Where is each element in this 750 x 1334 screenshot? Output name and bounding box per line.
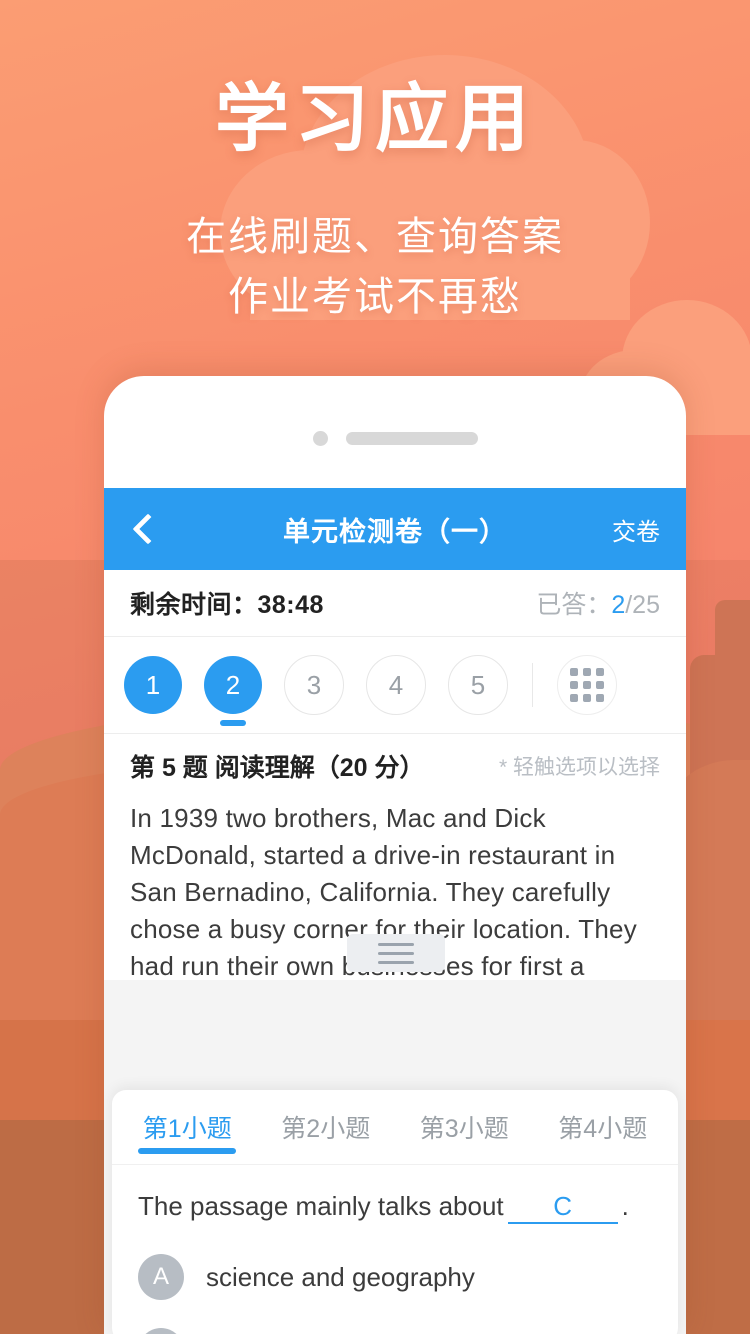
- answer-blank[interactable]: C: [507, 1191, 618, 1224]
- question-grid-button[interactable]: [557, 655, 617, 715]
- tab-subquestion-2[interactable]: 第2小题: [257, 1090, 396, 1164]
- grid-menu-icon: [570, 668, 604, 702]
- speaker-grille: [345, 432, 478, 445]
- question-stem-text: The passage mainly talks about: [138, 1191, 504, 1221]
- remaining-time-label: 剩余时间：38:48: [130, 591, 324, 619]
- answered-counter: 已答：2/25: [536, 585, 660, 621]
- divider: [532, 663, 533, 707]
- submit-paper-button[interactable]: 交卷: [612, 512, 660, 547]
- drag-handle-icon[interactable]: [347, 934, 445, 972]
- question-pill-2[interactable]: 2: [204, 656, 262, 714]
- question-meta-row: 第 5 题 阅读理解（20 分） * 轻触选项以选择: [104, 734, 686, 794]
- question-pill-4[interactable]: 4: [366, 655, 426, 715]
- selection-hint: * 轻触选项以选择: [498, 756, 660, 779]
- question-pill-bar: 1 2 3 4 5: [104, 637, 686, 734]
- option-text: science and geography: [206, 1261, 475, 1292]
- answered-label: 已答：: [536, 591, 612, 619]
- app-screen: 单元检测卷（一） 交卷 剩余时间：38:48 已答：2/25 1 2 3 4 5: [104, 488, 686, 1334]
- chevron-left-icon[interactable]: [130, 515, 158, 543]
- page-title: 学习应用: [215, 77, 535, 160]
- question-pill-5[interactable]: 5: [448, 655, 508, 715]
- hero-subtitle-line-1: 在线刷题、查询答案: [186, 215, 564, 260]
- option-badge: B: [138, 1328, 184, 1334]
- question-pill-label: 3: [306, 669, 322, 700]
- question-pill-label: 1: [145, 669, 161, 700]
- timer-row: 剩余时间：38:48 已答：2/25: [104, 570, 686, 637]
- question-stem: The passage mainly talks about C .: [112, 1165, 678, 1240]
- answer-card: 第1小题 第2小题 第3小题 第4小题 The passage mainly t…: [112, 1090, 678, 1334]
- question-pill-label: 2: [225, 669, 241, 700]
- question-pill-label: 4: [388, 669, 404, 700]
- phone-mockup: 单元检测卷（一） 交卷 剩余时间：38:48 已答：2/25 1 2 3 4 5: [104, 376, 686, 1334]
- question-stem-period: .: [621, 1191, 629, 1221]
- question-pill-label: 5: [470, 669, 486, 700]
- tab-subquestion-1[interactable]: 第1小题: [118, 1090, 257, 1164]
- subquestion-tabs: 第1小题 第2小题 第3小题 第4小题: [112, 1090, 678, 1165]
- background-shade: [680, 560, 750, 1334]
- camera-icon: [312, 431, 328, 446]
- question-title: 第 5 题 阅读理解（20 分）: [130, 754, 425, 782]
- reading-passage: In 1939 two brothers, Mac and Dick McDon…: [104, 794, 686, 980]
- question-pill-1[interactable]: 1: [124, 656, 182, 714]
- option-list: A science and geography B mathematics an…: [112, 1240, 678, 1334]
- navbar-title: 单元检测卷（一）: [283, 516, 507, 547]
- tab-subquestion-3[interactable]: 第3小题: [395, 1090, 534, 1164]
- hero-section: 学习应用 在线刷题、查询答案 作业考试不再愁: [0, 78, 750, 327]
- option-badge: A: [138, 1254, 184, 1300]
- hero-subtitle-line-2: 作业考试不再愁: [228, 275, 522, 320]
- tab-subquestion-4[interactable]: 第4小题: [534, 1090, 673, 1164]
- phone-notch: [104, 431, 686, 446]
- answered-total: /25: [625, 591, 660, 619]
- answered-current: 2: [611, 591, 626, 619]
- option-b[interactable]: B mathematics and history: [138, 1314, 652, 1334]
- poster-stage: 学习应用 在线刷题、查询答案 作业考试不再愁 单元检测卷（一） 交卷 剩余时间：…: [0, 0, 750, 1334]
- option-a[interactable]: A science and geography: [138, 1240, 652, 1314]
- question-pill-3[interactable]: 3: [284, 655, 344, 715]
- app-navbar: 单元检测卷（一） 交卷: [104, 488, 686, 570]
